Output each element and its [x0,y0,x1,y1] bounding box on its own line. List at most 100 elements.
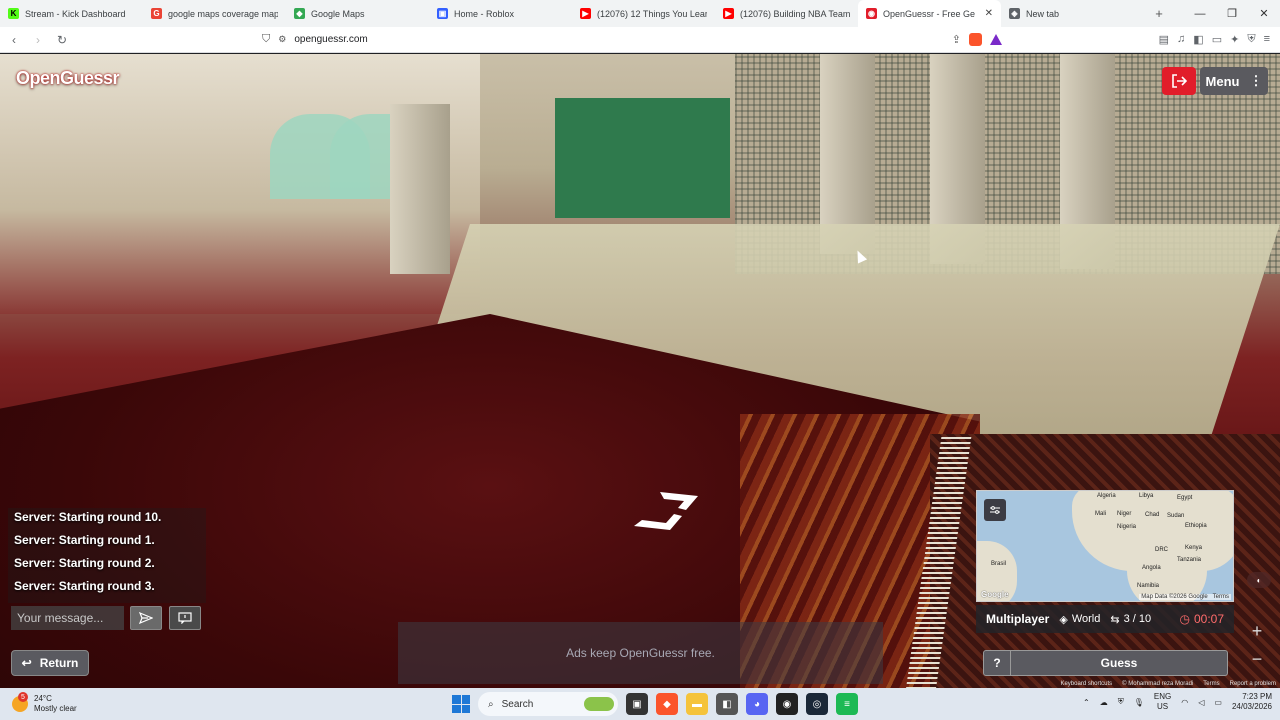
battery-icon[interactable]: ▭ [1214,698,1222,707]
game-mode-label: Multiplayer [986,612,1050,626]
tab-title: google maps coverage map wo [168,8,278,19]
compass-icon[interactable]: ◐ [1247,572,1271,588]
map-terms-link[interactable]: Terms [1213,594,1229,600]
leo-ai-icon[interactable]: ✦ [1230,33,1239,46]
bookmark-icon[interactable]: ⛉ [262,33,270,46]
terms-link[interactable]: Terms [1203,681,1219,687]
sliders-icon [990,506,1000,514]
tab-google-coverage[interactable]: G google maps coverage map wo [143,0,286,27]
clock[interactable]: 7:23 PM 24/03/2026 [1232,692,1272,712]
keyboard-shortcuts-link[interactable]: Keyboard shortcuts [1060,681,1112,687]
game-status-bar: Multiplayer ◈ World ⇆ 3 / 10 ◷ 00:07 [976,605,1234,633]
clock-time: 7:23 PM [1242,692,1272,701]
report-problem-link[interactable]: Report a problem [1230,681,1276,687]
wifi-icon[interactable]: ◠ [1181,698,1188,707]
streetview-footer: Keyboard shortcuts © Mohammad reza Morad… [1060,681,1276,687]
layers-icon: ◈ [1059,613,1068,626]
send-icon [139,612,153,624]
google-logo: Google [981,590,1009,599]
timer-value: 00:07 [1193,612,1224,626]
zoom-in-icon[interactable]: + [1246,620,1268,642]
map-attribution-text: Map Data ©2026 Google [1141,594,1208,600]
zoom-out-icon[interactable]: − [1246,648,1268,670]
media-icon[interactable]: ♫ [1177,33,1185,46]
new-tab-plus-icon[interactable]: + [1144,0,1174,27]
exit-game-button[interactable] [1162,67,1196,95]
weather-text: 24°C Mostly clear [34,694,77,714]
street-view-panorama[interactable]: OpenGuessr Menu ⋮ Server: Starting round… [0,54,1280,688]
return-button[interactable]: ↩ Return [11,650,89,676]
wallet-icon[interactable]: ▭ [1212,33,1222,46]
back-icon[interactable]: ‹ [4,33,24,47]
url-bar[interactable]: ⛉ ⚙ openguessr.com ⇪ [262,33,1002,46]
discord-icon[interactable]: ◕ [746,693,768,715]
vertical-dots-icon: ⋮ [1249,73,1263,88]
language-indicator[interactable]: ENG US [1154,692,1171,712]
rounds-icon: ⇆ [1110,613,1120,626]
help-button[interactable]: ? [983,650,1011,676]
search-icon: ⌕ [488,698,494,710]
brave-shields-icon[interactable] [969,33,982,46]
chat-input[interactable] [11,606,124,630]
round-timer: ◷ 00:07 [1179,612,1224,626]
chat-message: Server: Starting round 10. [14,510,162,524]
weather-desc: Mostly clear [34,704,77,713]
reload-icon[interactable]: ↻ [52,33,72,47]
reader-mode-icon[interactable]: ▤ [1159,33,1169,46]
tab-kick-dashboard[interactable]: K Stream - Kick Dashboard [0,0,143,27]
tab-roblox[interactable]: ▣ Home - Roblox [429,0,572,27]
map-label: Libya [1139,493,1154,499]
ad-text: Ads keep OpenGuessr free. [566,646,715,660]
restore-icon[interactable]: ❐ [1216,0,1248,27]
chat-report-button[interactable] [169,606,201,630]
ad-banner: Ads keep OpenGuessr free. [398,622,883,684]
obs-icon[interactable]: ◉ [776,693,798,715]
sidebar-icon[interactable]: ◧ [1193,33,1203,46]
task-view-icon[interactable]: ▣ [626,693,648,715]
volume-icon[interactable]: ◁ [1198,698,1204,707]
onedrive-icon[interactable]: ☁ [1100,698,1108,707]
map-label: Angola [1142,565,1161,571]
map-settings-button[interactable] [984,499,1006,521]
file-explorer-icon[interactable]: ▬ [686,693,708,715]
vpn-icon[interactable]: ⛨ [1247,33,1255,46]
tab-youtube-2[interactable]: ▶ (12076) Building NBA Teams W [715,0,858,27]
tab-title: Stream - Kick Dashboard [25,8,126,19]
share-icon[interactable]: ⇪ [952,33,961,46]
lang-region: US [1157,702,1169,711]
microphone-icon[interactable]: 🎙 [1134,698,1144,707]
tab-title: (12076) 12 Things You Learn B [597,8,707,19]
menu-button[interactable]: Menu ⋮ [1200,67,1268,95]
browser-menu-icon[interactable]: ≡ [1264,33,1270,46]
taskbar-apps: ⌕ Search ▣ ◆ ▬ ◧ ◕ ◉ ◎ ≡ [452,692,858,716]
taskbar-search[interactable]: ⌕ Search [478,692,618,716]
move-arrow-icon[interactable] [630,490,704,534]
steam-icon[interactable]: ◎ [806,693,828,715]
brave-rewards-icon[interactable] [990,34,1002,45]
tray-overflow-icon[interactable]: ⌃ [1083,698,1090,707]
map-label: Nigeria [1117,524,1137,530]
tab-openguessr[interactable]: ◉ OpenGuessr - Free Ge ✕ [858,0,1001,27]
guess-button[interactable]: Guess [1011,650,1228,676]
site-info-icon[interactable]: ⚙ [278,34,286,45]
chat-message: Server: Starting round 3. [14,579,155,593]
minimize-icon[interactable]: — [1184,0,1216,27]
forward-icon[interactable]: › [28,33,48,47]
tab-new-tab[interactable]: ◈ New tab [1001,0,1144,27]
notepad-icon[interactable]: ≡ [836,693,858,715]
weather-widget[interactable]: 5 24°C Mostly clear [0,692,200,714]
brave-browser-icon[interactable]: ◆ [656,693,678,715]
close-tab-icon[interactable]: ✕ [985,8,993,19]
tab-google-maps[interactable]: ◆ Google Maps [286,0,429,27]
openguessr-logo[interactable]: OpenGuessr [16,68,120,89]
security-icon[interactable]: ⛨ [1118,697,1124,707]
guess-minimap[interactable]: Algeria Libya Egypt Mali Niger Chad Suda… [976,490,1234,602]
tab-title: New tab [1026,8,1060,19]
send-message-button[interactable] [130,606,162,630]
return-label: Return [39,656,79,670]
tab-youtube-1[interactable]: ▶ (12076) 12 Things You Learn B [572,0,715,27]
app-icon[interactable]: ◧ [716,693,738,715]
windows-start-icon[interactable] [452,695,470,713]
close-window-icon[interactable]: ✕ [1248,0,1280,27]
round-count: 3 / 10 [1123,613,1152,625]
